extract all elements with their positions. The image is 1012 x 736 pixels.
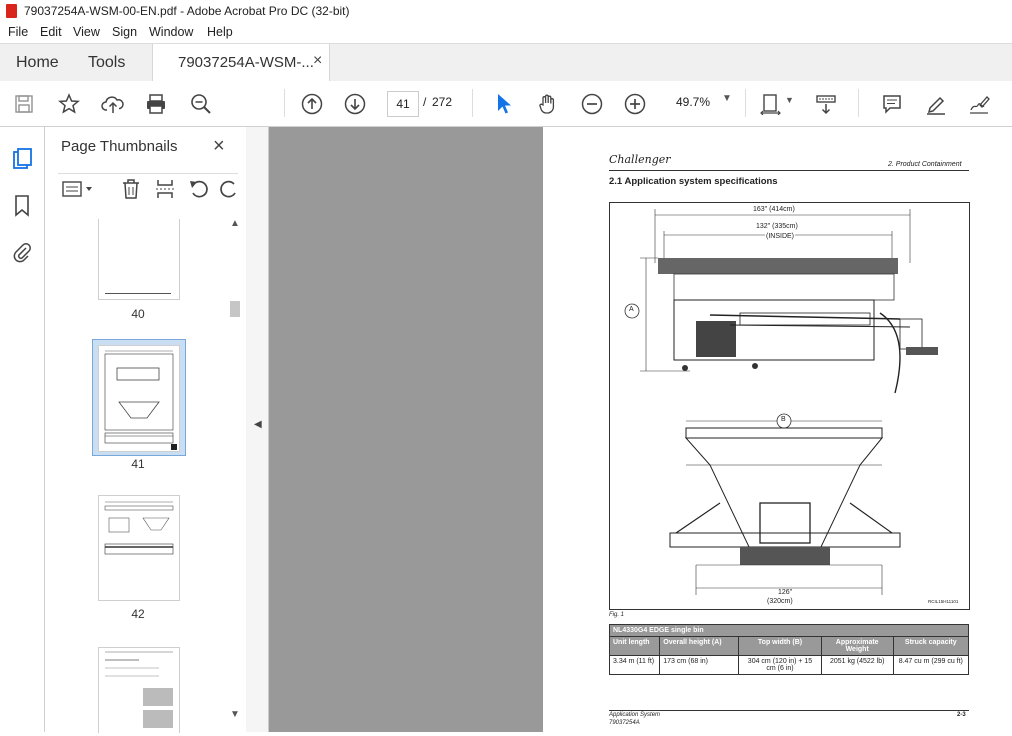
zoom-search-icon[interactable]	[188, 81, 214, 126]
figure-reference: RCIL15H11101	[928, 599, 959, 604]
panel-collapse-strip[interactable]: ◀	[246, 127, 269, 732]
table-header-cell: Unit length	[608, 636, 661, 656]
tab-document-label: 79037254A-WSM-...	[178, 54, 314, 71]
next-page-icon[interactable]	[342, 81, 368, 126]
collapse-arrow-icon[interactable]: ◀	[254, 419, 262, 430]
dim-bottom-width: 126"	[778, 589, 793, 596]
rotate-right-icon[interactable]	[218, 178, 236, 203]
thumbnail-page-40[interactable]	[98, 219, 180, 300]
tab-tools[interactable]: Tools	[88, 54, 125, 72]
page-separator: /	[423, 95, 427, 109]
brand-logo: Challenger	[609, 153, 671, 166]
page-thumbnails-icon[interactable]	[12, 147, 34, 174]
section-title: 2.1 Application system specifications	[609, 176, 778, 187]
table-header-cell: Overall height (A)	[659, 636, 740, 656]
pdf-page: Challenger 2. Product Containment 2.1 Ap…	[543, 127, 1012, 732]
thumbnail-toolbar	[58, 173, 238, 204]
tab-bar: Home Tools 79037254A-WSM-... ×	[0, 43, 1012, 83]
table-row: 3.34 m (11 ft) 173 cm (68 in) 304 cm (12…	[608, 655, 970, 675]
attachments-icon[interactable]	[12, 240, 32, 267]
tab-home[interactable]: Home	[16, 54, 59, 72]
spec-table: NL4330G4 EDGE single bin Unit length Ove…	[608, 624, 970, 675]
close-panel-icon[interactable]: ×	[213, 135, 225, 158]
thumbnail-label: 42	[131, 607, 145, 621]
scroll-mode-icon[interactable]	[813, 81, 839, 126]
thumbnail-page-43[interactable]	[98, 647, 180, 733]
print-icon[interactable]	[143, 81, 169, 126]
menu-edit[interactable]: Edit	[40, 25, 62, 39]
menu-file[interactable]: File	[8, 25, 28, 39]
zoom-dropdown-icon[interactable]: ▼	[722, 93, 732, 104]
table-cell: 304 cm (120 in) + 15 cm (6 in)	[738, 655, 822, 675]
label-b: B	[781, 416, 786, 423]
insert-page-icon[interactable]	[155, 178, 175, 203]
page-number-input[interactable]: 41	[387, 91, 419, 117]
tab-document[interactable]: 79037254A-WSM-... ×	[152, 44, 330, 82]
header-rule	[609, 170, 969, 171]
table-cell: 8.47 cu m (299 cu ft)	[892, 655, 970, 675]
thumbnail-label: 40	[131, 307, 145, 321]
select-cursor-icon[interactable]	[492, 81, 516, 126]
thumbnail-label: 41	[131, 457, 145, 471]
toolbar: 41 / 272 49.7% ▼ ▼	[0, 81, 1012, 127]
label-a: A	[629, 306, 634, 313]
scroll-thumb[interactable]	[230, 301, 240, 317]
fill-sign-icon[interactable]	[966, 81, 992, 126]
page-fit-icon[interactable]	[758, 81, 784, 126]
table-header-cell: Top width (B)	[738, 636, 822, 656]
menu-window[interactable]: Window	[149, 25, 193, 39]
menu-bar: File Edit View Sign Window Help	[0, 22, 1012, 43]
menu-help[interactable]: Help	[207, 25, 233, 39]
zoom-in-icon[interactable]	[622, 81, 648, 126]
table-header-row: Unit length Overall height (A) Top width…	[608, 636, 970, 656]
footer-page-number: 2-3	[957, 712, 966, 718]
bookmark-star-icon[interactable]	[56, 81, 82, 126]
menu-sign[interactable]: Sign	[112, 25, 137, 39]
window-title: 79037254A-WSM-00-EN.pdf - Adobe Acrobat …	[24, 4, 350, 18]
rotate-left-icon[interactable]	[188, 178, 210, 203]
options-menu-icon[interactable]	[62, 180, 94, 201]
menu-view[interactable]: View	[73, 25, 100, 39]
pdf-app-icon	[6, 4, 17, 18]
panel-title: Page Thumbnails	[61, 138, 178, 155]
table-header-cell: Struck capacity	[892, 636, 970, 656]
page-total: 272	[432, 95, 453, 109]
scroll-up-icon[interactable]: ▲	[230, 218, 240, 229]
table-title: NL4330G4 EDGE single bin	[609, 624, 969, 637]
thumbnail-scrollbar[interactable]: ▲ ▼	[227, 218, 243, 729]
table-cell: 173 cm (68 in)	[659, 655, 740, 675]
table-cell: 2051 kg (4522 lb)	[820, 655, 894, 675]
figure-frame: 163" (414cm) 132" (335cm) (INSIDE) A B 1…	[609, 202, 970, 610]
scroll-down-icon[interactable]: ▼	[230, 709, 240, 720]
delete-page-icon[interactable]	[121, 178, 141, 203]
footer-section: Application System	[609, 712, 661, 718]
highlight-pen-icon[interactable]	[923, 81, 949, 126]
zoom-out-icon[interactable]	[579, 81, 605, 126]
thumbnail-page-41[interactable]	[98, 345, 180, 452]
close-tab-icon[interactable]: ×	[313, 52, 322, 70]
comment-icon[interactable]	[879, 81, 905, 126]
upload-cloud-icon[interactable]	[100, 81, 126, 126]
bookmarks-icon[interactable]	[14, 195, 30, 220]
previous-page-icon[interactable]	[299, 81, 325, 126]
navigation-rail	[0, 127, 45, 732]
save-icon[interactable]	[12, 81, 36, 126]
footer-doc-number: 79037254A	[609, 720, 640, 726]
zoom-level[interactable]: 49.7%	[676, 95, 710, 109]
table-header-cell: Approximate Weight	[820, 636, 894, 656]
dim-inside-label: (INSIDE)	[765, 233, 795, 240]
thumbnails-panel: Page Thumbnails × 40 41 42 ▲ ▼	[45, 127, 247, 733]
fit-dropdown-icon[interactable]: ▼	[785, 95, 794, 105]
chapter-header: 2. Product Containment	[888, 161, 962, 168]
figure-caption: Fig. 1	[609, 612, 625, 618]
footer-rule	[609, 710, 969, 711]
dim-bottom-metric: (320cm)	[767, 598, 793, 605]
dim-overall-width: 163" (414cm)	[752, 206, 796, 213]
hand-tool-icon[interactable]	[535, 81, 561, 126]
thumbnail-page-42[interactable]	[98, 495, 180, 601]
dim-inside-width: 132" (335cm)	[755, 223, 799, 230]
title-bar: 79037254A-WSM-00-EN.pdf - Adobe Acrobat …	[0, 0, 1012, 22]
table-cell: 3.34 m (11 ft)	[608, 655, 661, 675]
document-viewer[interactable]: Challenger 2. Product Containment 2.1 Ap…	[269, 127, 1012, 732]
